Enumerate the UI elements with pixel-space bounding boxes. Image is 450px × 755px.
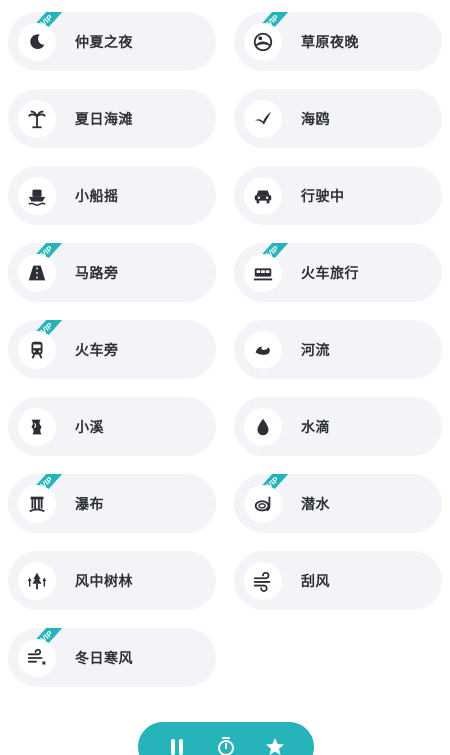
sound-card-waterfall[interactable]: VIP 瀑布 [8,474,216,533]
trees-icon [18,561,56,600]
sound-label: 仲夏之夜 [75,34,133,51]
sound-card-wind[interactable]: 刮风 [234,551,442,610]
sound-label: 夏日海滩 [75,111,133,128]
waterfall-icon [18,484,56,523]
train-car-icon [244,253,282,292]
sound-label: 水滴 [301,419,330,436]
river-icon [244,330,282,369]
train-icon [18,330,56,369]
road-icon [18,253,56,292]
winter-wind-icon [18,638,56,677]
sound-card-driving[interactable]: 行驶中 [234,166,442,225]
sound-card-water-drop[interactable]: 水滴 [234,397,442,456]
sound-card-grassland-night[interactable]: VIP 草原夜晚 [234,12,442,71]
sound-label: 风中树林 [75,573,133,590]
pause-icon[interactable] [164,734,190,755]
palm-tree-icon [18,99,56,138]
sound-label: 火车旅行 [301,265,359,282]
sound-label: 刮风 [301,573,330,590]
grassland-night-icon [244,22,282,61]
sound-card-winter-wind[interactable]: VIP 冬日寒风 [8,628,216,687]
sound-label: 小船摇 [75,188,119,205]
moon-icon [18,22,56,61]
sound-label: 海鸥 [301,111,330,128]
sound-card-trainside[interactable]: VIP 火车旁 [8,320,216,379]
sound-label: 火车旁 [75,342,119,359]
sound-label: 小溪 [75,419,104,436]
sound-grid: VIP 仲夏之夜 VIP 草原夜晚 夏日海滩 海鸥 小船摇 行驶中 VIP 马路… [8,12,444,687]
sound-label: 河流 [301,342,330,359]
stream-icon [18,407,56,446]
sound-label: 马路旁 [75,265,119,282]
sound-card-train-travel[interactable]: VIP 火车旅行 [234,243,442,302]
wind-icon [244,561,282,600]
sound-card-windy-forest[interactable]: 风中树林 [8,551,216,610]
diving-mask-icon [244,484,282,523]
sound-label: 行驶中 [301,188,345,205]
sound-card-summer-beach[interactable]: 夏日海滩 [8,89,216,148]
sound-card-midsummer-night[interactable]: VIP 仲夏之夜 [8,12,216,71]
sound-card-roadside[interactable]: VIP 马路旁 [8,243,216,302]
sound-label: 冬日寒风 [75,650,133,667]
sound-label: 潜水 [301,496,330,513]
player-bar [138,722,314,755]
water-drop-icon [244,407,282,446]
sound-card-river[interactable]: 河流 [234,320,442,379]
seagull-icon [244,99,282,138]
timer-icon[interactable] [213,734,239,755]
sound-label: 草原夜晚 [301,34,359,51]
star-icon[interactable] [262,734,288,755]
sound-card-seagull[interactable]: 海鸥 [234,89,442,148]
boat-icon [18,176,56,215]
sound-card-stream[interactable]: 小溪 [8,397,216,456]
sound-card-diving[interactable]: VIP 潜水 [234,474,442,533]
sound-label: 瀑布 [75,496,104,513]
sound-card-boat[interactable]: 小船摇 [8,166,216,225]
car-icon [244,176,282,215]
